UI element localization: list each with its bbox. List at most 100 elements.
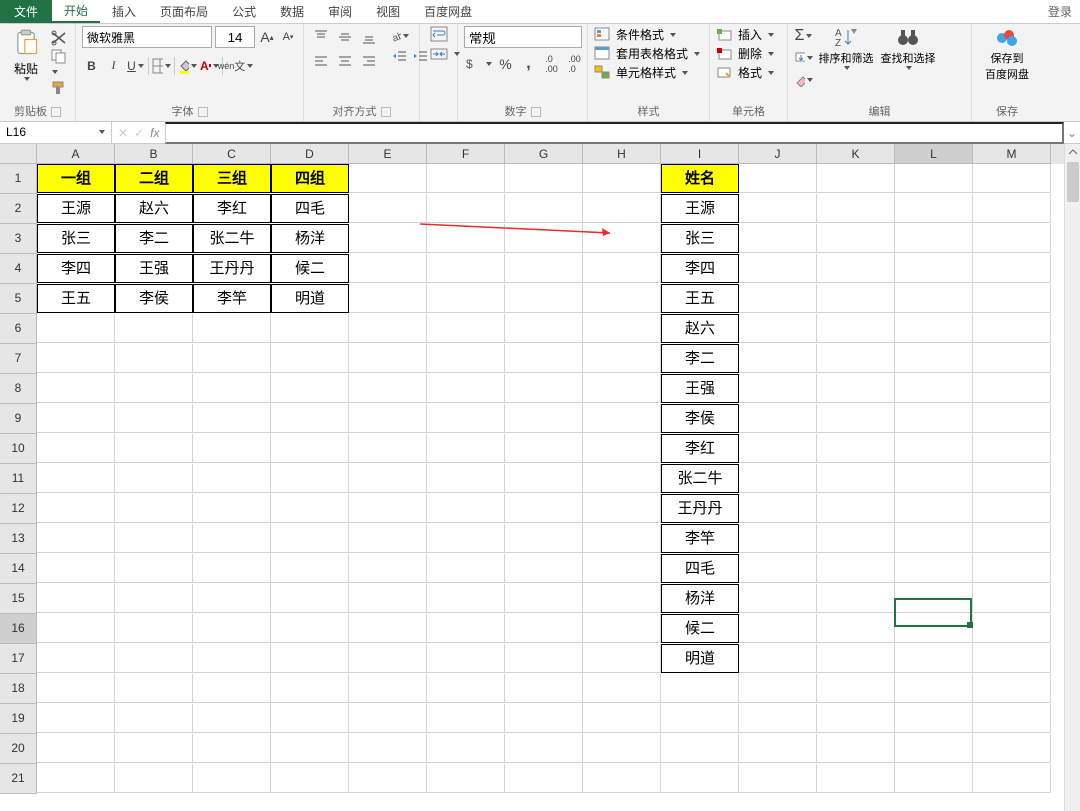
- cell[interactable]: 王五: [37, 284, 115, 313]
- cell[interactable]: [973, 734, 1051, 763]
- cell[interactable]: [349, 254, 427, 283]
- fill-color-button[interactable]: [178, 56, 197, 75]
- cell[interactable]: [817, 314, 895, 343]
- cell[interactable]: [583, 584, 661, 613]
- cell[interactable]: [115, 644, 193, 673]
- cell[interactable]: [583, 254, 661, 283]
- fx-button[interactable]: fx: [150, 126, 159, 140]
- cell[interactable]: [583, 404, 661, 433]
- formula-bar[interactable]: [165, 122, 1064, 144]
- cell[interactable]: [505, 194, 583, 223]
- row-header[interactable]: 3: [0, 224, 37, 254]
- cell[interactable]: [193, 404, 271, 433]
- cell[interactable]: [505, 494, 583, 523]
- italic-button[interactable]: I: [104, 56, 123, 75]
- cell[interactable]: [37, 524, 115, 553]
- select-all-corner[interactable]: [0, 144, 37, 164]
- cell[interactable]: [973, 674, 1051, 703]
- cell[interactable]: [661, 704, 739, 733]
- cell[interactable]: 李红: [193, 194, 271, 223]
- cell[interactable]: [115, 434, 193, 463]
- cell[interactable]: [895, 704, 973, 733]
- cell[interactable]: 王强: [661, 374, 739, 403]
- cell[interactable]: [271, 554, 349, 583]
- cell[interactable]: [583, 194, 661, 223]
- cell[interactable]: 李侯: [661, 404, 739, 433]
- cell-styles-button[interactable]: 单元格样式: [594, 64, 700, 81]
- cell[interactable]: 李四: [661, 254, 739, 283]
- row-header[interactable]: 18: [0, 674, 37, 704]
- cell[interactable]: [739, 374, 817, 403]
- cell[interactable]: [427, 554, 505, 583]
- cell[interactable]: [817, 584, 895, 613]
- cell[interactable]: [739, 194, 817, 223]
- sort-filter-button[interactable]: AZ 排序和筛选: [817, 26, 875, 70]
- cell[interactable]: [895, 194, 973, 223]
- row-header[interactable]: 6: [0, 314, 37, 344]
- col-header-I[interactable]: I: [661, 144, 739, 164]
- cell[interactable]: [193, 674, 271, 703]
- cell[interactable]: [193, 374, 271, 403]
- col-header-M[interactable]: M: [973, 144, 1051, 164]
- cell[interactable]: [115, 734, 193, 763]
- row-header[interactable]: 5: [0, 284, 37, 314]
- cell[interactable]: [895, 224, 973, 253]
- dialog-launcher-icon[interactable]: [381, 107, 391, 117]
- scroll-up-button[interactable]: [1065, 144, 1080, 160]
- cell[interactable]: [505, 674, 583, 703]
- cell[interactable]: [895, 734, 973, 763]
- cell[interactable]: [193, 464, 271, 493]
- cell[interactable]: [895, 374, 973, 403]
- align-top-button[interactable]: [310, 26, 332, 48]
- cell[interactable]: [427, 734, 505, 763]
- cell[interactable]: 姓名: [661, 164, 739, 193]
- cell[interactable]: 李二: [661, 344, 739, 373]
- cell[interactable]: [349, 524, 427, 553]
- col-header-A[interactable]: A: [37, 144, 115, 164]
- cell[interactable]: [427, 524, 505, 553]
- row-header[interactable]: 11: [0, 464, 37, 494]
- cell[interactable]: [505, 704, 583, 733]
- underline-button[interactable]: U: [126, 56, 145, 75]
- cell[interactable]: [37, 344, 115, 373]
- row-header[interactable]: 15: [0, 584, 37, 614]
- delete-cells-button[interactable]: 删除: [716, 45, 774, 62]
- cell[interactable]: [973, 584, 1051, 613]
- bold-button[interactable]: B: [82, 56, 101, 75]
- cell[interactable]: [505, 464, 583, 493]
- cell[interactable]: [661, 734, 739, 763]
- name-box[interactable]: L16: [0, 122, 112, 144]
- paste-button[interactable]: 粘贴: [6, 26, 46, 81]
- clear-button[interactable]: [794, 70, 813, 89]
- cell[interactable]: [427, 674, 505, 703]
- cell[interactable]: [193, 584, 271, 613]
- cell[interactable]: [895, 404, 973, 433]
- cell[interactable]: 王强: [115, 254, 193, 283]
- cell[interactable]: [583, 164, 661, 193]
- cell[interactable]: [583, 704, 661, 733]
- cell[interactable]: [505, 254, 583, 283]
- cell[interactable]: [739, 254, 817, 283]
- cell[interactable]: [37, 674, 115, 703]
- row-header[interactable]: 12: [0, 494, 37, 524]
- cell[interactable]: [427, 404, 505, 433]
- cell[interactable]: 杨洋: [661, 584, 739, 613]
- comma-button[interactable]: ,: [519, 54, 538, 73]
- cell[interactable]: [37, 734, 115, 763]
- cell[interactable]: 王源: [661, 194, 739, 223]
- cell[interactable]: 张二牛: [661, 464, 739, 493]
- cell[interactable]: [817, 764, 895, 793]
- currency-button[interactable]: $: [464, 54, 492, 73]
- align-bottom-button[interactable]: [358, 26, 380, 48]
- cell[interactable]: [973, 314, 1051, 343]
- cut-button[interactable]: [50, 30, 68, 46]
- dialog-launcher-icon[interactable]: [531, 107, 541, 117]
- row-header[interactable]: 1: [0, 164, 37, 194]
- cell[interactable]: 王五: [661, 284, 739, 313]
- cell[interactable]: [349, 674, 427, 703]
- cell[interactable]: [817, 254, 895, 283]
- tab-view[interactable]: 视图: [364, 0, 412, 23]
- cell[interactable]: [739, 284, 817, 313]
- cell[interactable]: [349, 164, 427, 193]
- cell[interactable]: [505, 734, 583, 763]
